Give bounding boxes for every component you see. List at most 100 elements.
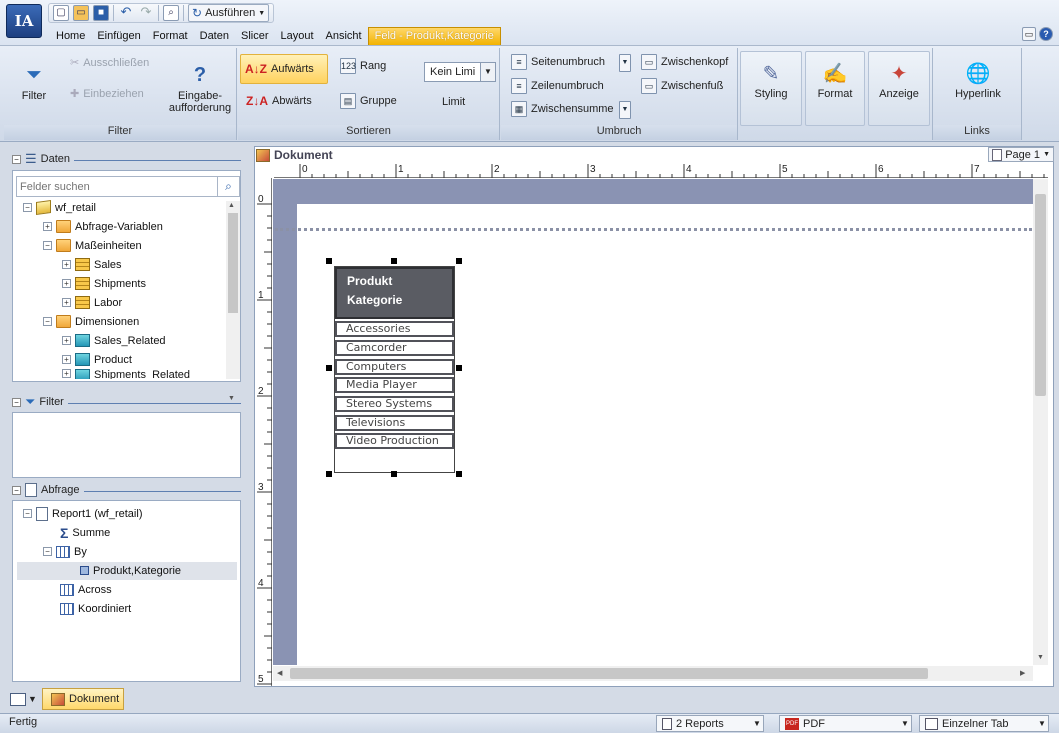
open-folder-icon[interactable]: ▭ xyxy=(73,5,89,21)
tab-home[interactable]: Home xyxy=(50,28,91,45)
query-item-across[interactable]: Across xyxy=(60,580,112,599)
resize-handle[interactable] xyxy=(326,471,332,477)
app-logo-icon[interactable]: IA xyxy=(6,4,42,38)
styling-button[interactable]: ✎ Styling xyxy=(740,51,802,126)
tab-layout[interactable]: Layout xyxy=(275,28,320,45)
tree-item-root[interactable]: − wf_retail xyxy=(23,198,96,217)
filter-panel[interactable] xyxy=(12,412,241,478)
save-icon[interactable]: ■ xyxy=(93,5,109,21)
output-format-dropdown[interactable]: PDF PDF ▼ xyxy=(779,715,912,732)
group-button[interactable]: ▤ Gruppe xyxy=(340,93,397,109)
tab-field-context[interactable]: Feld - Produkt,Kategorie xyxy=(367,27,501,45)
tab-view[interactable]: Ansicht xyxy=(320,28,368,45)
descending-button[interactable]: Z↓A Abwärts xyxy=(246,94,312,108)
resize-handle[interactable] xyxy=(326,365,332,371)
tab-format[interactable]: Format xyxy=(147,28,194,45)
new-document-icon[interactable]: ▢ xyxy=(53,5,69,21)
horizontal-scroll-thumb[interactable] xyxy=(290,668,928,679)
tree-item-shipments[interactable]: + Shipments xyxy=(62,274,146,293)
resize-handle[interactable] xyxy=(456,365,462,371)
chevron-down-icon[interactable]: ▼ xyxy=(899,719,911,728)
table-row[interactable]: Accessories xyxy=(335,321,454,337)
subtotal-button[interactable]: ▦ Zwischensumme xyxy=(511,101,614,117)
expand-icon[interactable]: + xyxy=(62,260,71,269)
table-header-cell[interactable]: Produkt Kategorie xyxy=(335,267,454,319)
collapse-icon[interactable]: − xyxy=(43,241,52,250)
tree-scroll-thumb[interactable] xyxy=(228,213,238,313)
limit-select[interactable]: Kein Limi ▼ xyxy=(424,62,496,82)
collapse-icon[interactable]: − xyxy=(43,547,52,556)
collapse-icon[interactable]: − xyxy=(12,397,21,407)
page-selector[interactable]: Page 1 ▼ xyxy=(988,147,1054,162)
exclude-button[interactable]: ✂ Ausschließen xyxy=(70,56,149,70)
scroll-left-icon[interactable]: ◀ xyxy=(277,669,282,677)
resize-handle[interactable] xyxy=(391,471,397,477)
chevron-down-icon[interactable]: ▼ xyxy=(619,54,631,72)
chevron-down-icon[interactable]: ▼ xyxy=(619,101,631,119)
undo-icon[interactable]: ↶ xyxy=(118,5,134,21)
include-button[interactable]: ✚ Einbeziehen xyxy=(70,87,144,101)
tree-item-measures[interactable]: − Maßeinheiten xyxy=(43,236,142,255)
prompt-button[interactable]: ? Eingabe- aufforderung xyxy=(164,60,236,115)
filter-button[interactable]: ⏷ Filter xyxy=(14,60,54,103)
scroll-right-icon[interactable]: ▶ xyxy=(1020,669,1025,677)
reports-dropdown[interactable]: 2 Reports ▼ xyxy=(656,715,764,732)
chevron-down-icon[interactable]: ▼ xyxy=(28,694,37,704)
tab-mode-dropdown[interactable]: Einzelner Tab ▼ xyxy=(919,715,1049,732)
collapse-icon[interactable]: − xyxy=(23,509,32,518)
chevron-down-icon[interactable]: ▼ xyxy=(258,10,265,17)
ascending-button[interactable]: A↓Z Aufwärts xyxy=(240,54,328,84)
collapse-icon[interactable]: − xyxy=(12,154,21,164)
subfoot-button[interactable]: ▭ Zwischenfuß xyxy=(641,78,723,94)
chevron-down-icon[interactable]: ▼ xyxy=(480,63,495,81)
page-break-button[interactable]: ≡ Seitenumbruch xyxy=(511,54,605,70)
resize-handle[interactable] xyxy=(391,258,397,264)
query-item-field[interactable]: Produkt,Kategorie xyxy=(80,561,181,580)
collapse-icon[interactable]: − xyxy=(43,317,52,326)
collapse-icon[interactable]: − xyxy=(12,485,21,495)
tree-item-dimensions[interactable]: − Dimensionen xyxy=(43,312,139,331)
minimize-ribbon-icon[interactable]: ▭ xyxy=(1022,27,1036,41)
format-button[interactable]: ✍ Format xyxy=(805,51,865,126)
chevron-down-icon[interactable]: ▼ xyxy=(1036,719,1048,728)
resize-handle[interactable] xyxy=(326,258,332,264)
tree-item-labor[interactable]: + Labor xyxy=(62,293,122,312)
table-row[interactable]: Camcorder xyxy=(335,340,454,356)
search-field[interactable]: ⌕ xyxy=(16,176,240,197)
search-input[interactable] xyxy=(17,180,217,193)
table-row[interactable]: Computers xyxy=(335,359,454,375)
redo-icon[interactable]: ↷ xyxy=(138,5,154,21)
tree-item-query-vars[interactable]: + Abfrage-Variablen xyxy=(43,217,163,236)
rank-button[interactable]: 123 Rang xyxy=(340,58,386,74)
vertical-scroll-thumb[interactable] xyxy=(1035,194,1046,396)
hyperlink-button[interactable]: 🌐 Hyperlink xyxy=(943,58,1013,101)
help-icon[interactable]: ? xyxy=(1039,27,1053,41)
table-row[interactable]: Media Player xyxy=(335,377,454,393)
query-item-by[interactable]: − By xyxy=(43,542,87,561)
expand-icon[interactable]: + xyxy=(62,369,71,378)
expand-icon[interactable]: + xyxy=(62,298,71,307)
tab-document[interactable]: Dokument xyxy=(42,688,124,710)
preview-icon[interactable]: ⌕ xyxy=(163,5,179,21)
scroll-up-icon[interactable]: ▲ xyxy=(228,202,235,209)
subhead-button[interactable]: ▭ Zwischenkopf xyxy=(641,54,728,70)
table-row[interactable]: Televisions xyxy=(335,415,454,431)
expand-icon[interactable]: + xyxy=(62,355,71,364)
view-switch-button[interactable]: ▼ xyxy=(10,690,38,708)
query-item-report[interactable]: − Report1 (wf_retail) xyxy=(23,504,142,523)
scroll-down-icon[interactable]: ▼ xyxy=(1037,654,1044,661)
search-icon[interactable]: ⌕ xyxy=(217,177,239,196)
tree-item-sales[interactable]: + Sales xyxy=(62,255,122,274)
resize-handle[interactable] xyxy=(456,258,462,264)
expand-icon[interactable]: + xyxy=(62,336,71,345)
table-row[interactable]: Stereo Systems xyxy=(335,396,454,412)
chevron-down-icon[interactable]: ▼ xyxy=(751,719,763,728)
collapse-icon[interactable]: − xyxy=(23,203,32,212)
query-item-sum[interactable]: Σ Summe xyxy=(60,523,110,542)
tab-slicer[interactable]: Slicer xyxy=(235,28,275,45)
expand-icon[interactable]: + xyxy=(43,222,52,231)
tab-data[interactable]: Daten xyxy=(194,28,235,45)
tree-item-product[interactable]: + Product xyxy=(62,350,132,369)
expand-icon[interactable]: + xyxy=(62,279,71,288)
resize-handle[interactable] xyxy=(456,471,462,477)
